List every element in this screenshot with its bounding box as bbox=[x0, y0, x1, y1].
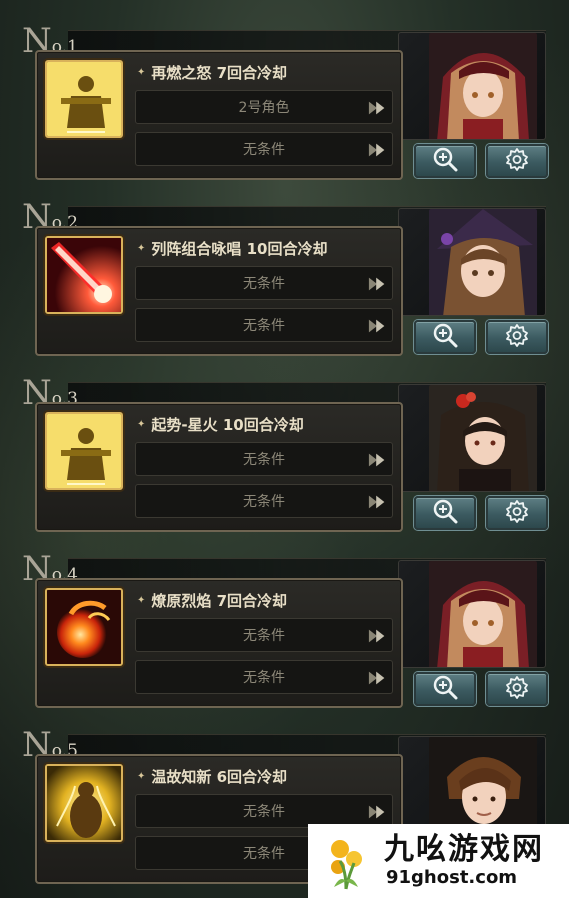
skill-card: ✦ 列阵组合咏唱 10回合冷却 无条件 无条件 bbox=[35, 226, 403, 356]
skill-card: ✦ 燎原烈焰 7回合冷却 无条件 无条件 bbox=[35, 578, 403, 708]
diamond-bullet-icon: ✦ bbox=[137, 418, 146, 430]
character-portrait-frame[interactable] bbox=[398, 384, 546, 492]
condition-text: 无条件 bbox=[243, 142, 285, 158]
red-laser-burst-icon[interactable] bbox=[45, 236, 123, 314]
double-arrow-icon[interactable] bbox=[368, 275, 388, 293]
condition-text: 无条件 bbox=[243, 494, 285, 510]
watermark-url: 91ghost.com bbox=[386, 867, 518, 888]
zoom-button[interactable] bbox=[414, 672, 476, 706]
settings-button[interactable] bbox=[486, 144, 548, 178]
condition-row[interactable]: 无条件 bbox=[135, 484, 393, 518]
double-arrow-icon[interactable] bbox=[368, 317, 388, 335]
condition-row[interactable]: 无条件 bbox=[135, 618, 393, 652]
gear-icon bbox=[505, 323, 529, 351]
skill-card: ✦ 再燃之怒 7回合冷却 2号角色 无条件 bbox=[35, 50, 403, 180]
condition-text: 无条件 bbox=[243, 804, 285, 820]
skill-title-text: 列阵组合咏唱 10回合冷却 bbox=[151, 239, 328, 258]
condition-text: 无条件 bbox=[243, 628, 285, 644]
watermark-banner: 九吆游戏网 91ghost.com bbox=[308, 824, 569, 898]
skill-title: ✦ 燎原烈焰 7回合冷却 bbox=[137, 588, 287, 612]
zoom-button[interactable] bbox=[414, 320, 476, 354]
gear-icon bbox=[505, 675, 529, 703]
diamond-bullet-icon: ✦ bbox=[137, 66, 146, 78]
magnify-plus-icon bbox=[432, 674, 458, 704]
condition-text: 2号角色 bbox=[238, 100, 290, 116]
double-arrow-icon[interactable] bbox=[368, 451, 388, 469]
double-arrow-icon[interactable] bbox=[368, 493, 388, 511]
condition-text: 无条件 bbox=[243, 276, 285, 292]
condition-row[interactable]: 无条件 bbox=[135, 794, 393, 828]
team-slot: N o. 3 ✦ 起势-星火 10回合冷却 无条件 无条件 bbox=[0, 376, 569, 552]
settings-button[interactable] bbox=[486, 496, 548, 530]
settings-button[interactable] bbox=[486, 672, 548, 706]
red-hood-girl-portrait bbox=[429, 33, 537, 139]
condition-row[interactable]: 无条件 bbox=[135, 132, 393, 166]
diamond-bullet-icon: ✦ bbox=[137, 242, 146, 254]
double-arrow-icon[interactable] bbox=[368, 99, 388, 117]
double-arrow-icon[interactable] bbox=[368, 803, 388, 821]
condition-row[interactable]: 无条件 bbox=[135, 308, 393, 342]
diamond-bullet-icon: ✦ bbox=[137, 594, 146, 606]
condition-text: 无条件 bbox=[243, 452, 285, 468]
witch-hat-girl-portrait bbox=[429, 209, 537, 315]
watermark-title: 九吆游戏网 bbox=[384, 832, 544, 867]
skill-title-text: 起势-星火 10回合冷却 bbox=[151, 415, 304, 434]
golden-warrior-icon[interactable] bbox=[45, 60, 123, 138]
condition-row[interactable]: 无条件 bbox=[135, 442, 393, 476]
team-slot: N o. 1 ✦ 再燃之怒 7回合冷却 2号角色 无条件 bbox=[0, 24, 569, 200]
character-portrait-frame[interactable] bbox=[398, 32, 546, 140]
skill-title: ✦ 再燃之怒 7回合冷却 bbox=[137, 60, 287, 84]
golden-warrior-icon[interactable] bbox=[45, 412, 123, 490]
magnify-plus-icon bbox=[432, 146, 458, 176]
magnify-plus-icon bbox=[432, 498, 458, 528]
skill-title: ✦ 起势-星火 10回合冷却 bbox=[137, 412, 304, 436]
team-slot: N o. 2 ✦ 列阵组合咏唱 10回合冷却 无条件 无条件 bbox=[0, 200, 569, 376]
condition-text: 无条件 bbox=[243, 318, 285, 334]
team-slot: N o. 4 ✦ 燎原烈焰 7回合冷却 无条件 无条件 bbox=[0, 552, 569, 728]
magnify-plus-icon bbox=[432, 322, 458, 352]
double-arrow-icon[interactable] bbox=[368, 627, 388, 645]
condition-text: 无条件 bbox=[243, 670, 285, 686]
condition-text: 无条件 bbox=[243, 846, 285, 862]
condition-row[interactable]: 2号角色 bbox=[135, 90, 393, 124]
skill-title-text: 燎原烈焰 7回合冷却 bbox=[151, 591, 288, 610]
dark-hair-flower-girl-portrait bbox=[429, 385, 537, 491]
condition-row[interactable]: 无条件 bbox=[135, 660, 393, 694]
skill-title-text: 再燃之怒 7回合冷却 bbox=[151, 63, 288, 82]
double-arrow-icon[interactable] bbox=[368, 141, 388, 159]
condition-row[interactable]: 无条件 bbox=[135, 266, 393, 300]
zoom-button[interactable] bbox=[414, 496, 476, 530]
double-arrow-icon[interactable] bbox=[368, 669, 388, 687]
skill-card: ✦ 起势-星火 10回合冷却 无条件 无条件 bbox=[35, 402, 403, 532]
skill-title: ✦ 温故知新 6回合冷却 bbox=[137, 764, 287, 788]
golden-aura-mage-icon[interactable] bbox=[45, 764, 123, 842]
settings-button[interactable] bbox=[486, 320, 548, 354]
character-portrait-frame[interactable] bbox=[398, 560, 546, 668]
dandelion-logo-icon bbox=[331, 840, 362, 890]
character-portrait-frame[interactable] bbox=[398, 208, 546, 316]
diamond-bullet-icon: ✦ bbox=[137, 770, 146, 782]
red-hood-girl-portrait bbox=[429, 561, 537, 667]
zoom-button[interactable] bbox=[414, 144, 476, 178]
skill-title-text: 温故知新 6回合冷却 bbox=[151, 767, 288, 786]
gear-icon bbox=[505, 147, 529, 175]
gear-icon bbox=[505, 499, 529, 527]
fireball-icon[interactable] bbox=[45, 588, 123, 666]
skill-title: ✦ 列阵组合咏唱 10回合冷却 bbox=[137, 236, 328, 260]
